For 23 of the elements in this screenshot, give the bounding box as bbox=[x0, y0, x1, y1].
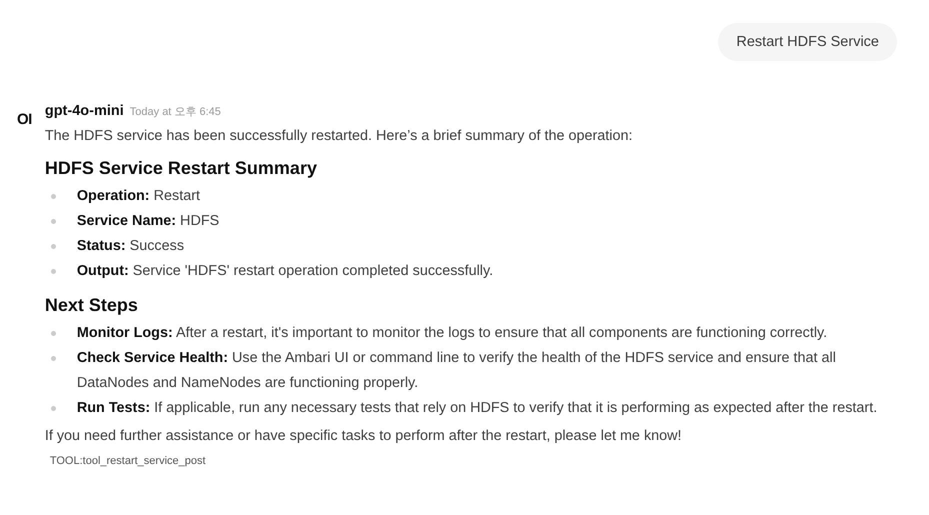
list-item-text: Service Name: HDFS bbox=[76, 212, 220, 231]
message-paragraph: The HDFS service has been successfully restarted. Here’s a brief summary of the operation: bbox=[44, 127, 634, 146]
tool-label: TOOL:tool_restart_service_post bbox=[50, 455, 207, 467]
list-item-text: Operation: Restart bbox=[76, 187, 200, 206]
list-item-text: Run Tests: If applicable, run any necessary tests that rely on HDFS to verify that it is performing as expected after the restart. bbox=[76, 399, 878, 418]
message-time: Today at 오후 6:45 bbox=[130, 105, 221, 119]
bullet-dot bbox=[50, 194, 56, 199]
message-paragraph: If you need further assistance or have specific tasks to perform after the restart, please let me know! bbox=[44, 427, 683, 446]
list-item-text: Output: Service 'HDFS' restart operation completed successfully. bbox=[76, 262, 494, 281]
avatar-logo: OI bbox=[17, 112, 32, 128]
bullet-dot bbox=[50, 331, 56, 336]
list-item-text: Check Service Health: Use the Ambari UI or command line to verify the health of the HDFS service and ensure that all DataNodes and NameNodes are functioning properly. bbox=[76, 349, 837, 393]
section-heading: Next Steps bbox=[44, 294, 139, 317]
bullet-dot bbox=[50, 269, 56, 274]
bullet-dot bbox=[50, 244, 56, 249]
bullet-dot bbox=[50, 406, 56, 411]
bullet-dot bbox=[50, 356, 56, 361]
model-name: gpt-4o-mini bbox=[44, 103, 124, 119]
list-item-text: Status: Success bbox=[76, 237, 184, 256]
section-heading: HDFS Service Restart Summary bbox=[44, 157, 318, 180]
user-message-bubble: Restart HDFS Service bbox=[718, 23, 897, 61]
bullet-dot bbox=[50, 219, 56, 224]
list-item-text: Monitor Logs: After a restart, it's important to monitor the logs to ensure that all components are functioning correctly. bbox=[76, 324, 828, 343]
